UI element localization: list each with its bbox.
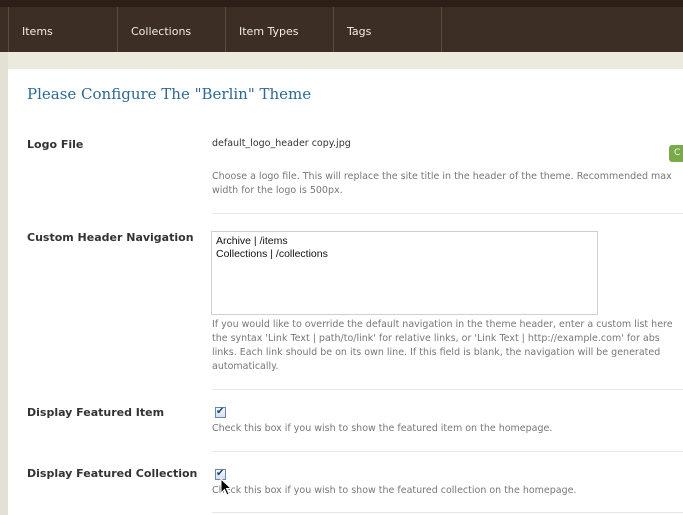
logo-filename: default_logo_header copy.jpg: [212, 138, 351, 149]
textarea-line: Collections | /collections: [216, 248, 328, 260]
logo-change-button[interactable]: C: [669, 145, 683, 162]
panel-header-strip: [8, 52, 683, 69]
help-line: width for the logo is 500px.: [212, 185, 343, 196]
checkmark-icon: ✔: [216, 406, 225, 417]
divider: [212, 451, 683, 452]
mouse-cursor-icon: [220, 478, 232, 496]
help-line: automatically.: [212, 361, 279, 372]
tab-collections[interactable]: Collections: [118, 7, 226, 52]
top-bar: [0, 0, 683, 7]
textarea-line: Archive | /items: [216, 235, 288, 247]
tab-items[interactable]: Items: [8, 7, 118, 52]
custom-nav-help: If you would like to override the defaul…: [212, 318, 673, 374]
logo-file-label: Logo File: [27, 138, 84, 151]
featured-item-help: Check this box if you wish to show the f…: [212, 423, 553, 434]
tab-tags-label: Tags: [347, 25, 372, 38]
featured-item-checkbox[interactable]: ✔: [215, 406, 226, 418]
tab-items-label: Items: [22, 25, 53, 38]
featured-collection-help: Check this box if you wish to show the f…: [212, 485, 577, 496]
help-line: links. Each link should be on its own li…: [212, 347, 661, 358]
tab-collections-label: Collections: [131, 25, 192, 38]
divider: [212, 512, 683, 513]
main-nav: Items Collections Item Types Tags: [0, 7, 683, 53]
featured-collection-label: Display Featured Collection: [27, 467, 198, 480]
help-line: If you would like to override the defaul…: [212, 319, 673, 330]
help-line: the syntax 'Link Text | path/to/link' fo…: [212, 333, 660, 344]
left-edge: [0, 52, 8, 515]
custom-nav-textarea[interactable]: Archive | /items Collections | /collecti…: [211, 231, 598, 315]
tab-item-types[interactable]: Item Types: [226, 7, 334, 52]
divider: [212, 213, 683, 214]
page-title: Please Configure The "Berlin" Theme: [27, 85, 312, 103]
custom-nav-label: Custom Header Navigation: [27, 231, 194, 244]
featured-item-label: Display Featured Item: [27, 406, 165, 419]
divider: [212, 389, 683, 390]
tab-item-types-label: Item Types: [239, 25, 299, 38]
tab-tags[interactable]: Tags: [334, 7, 442, 52]
logo-file-help: Choose a logo file. This will replace th…: [212, 170, 672, 198]
help-line: Choose a logo file. This will replace th…: [212, 171, 672, 182]
